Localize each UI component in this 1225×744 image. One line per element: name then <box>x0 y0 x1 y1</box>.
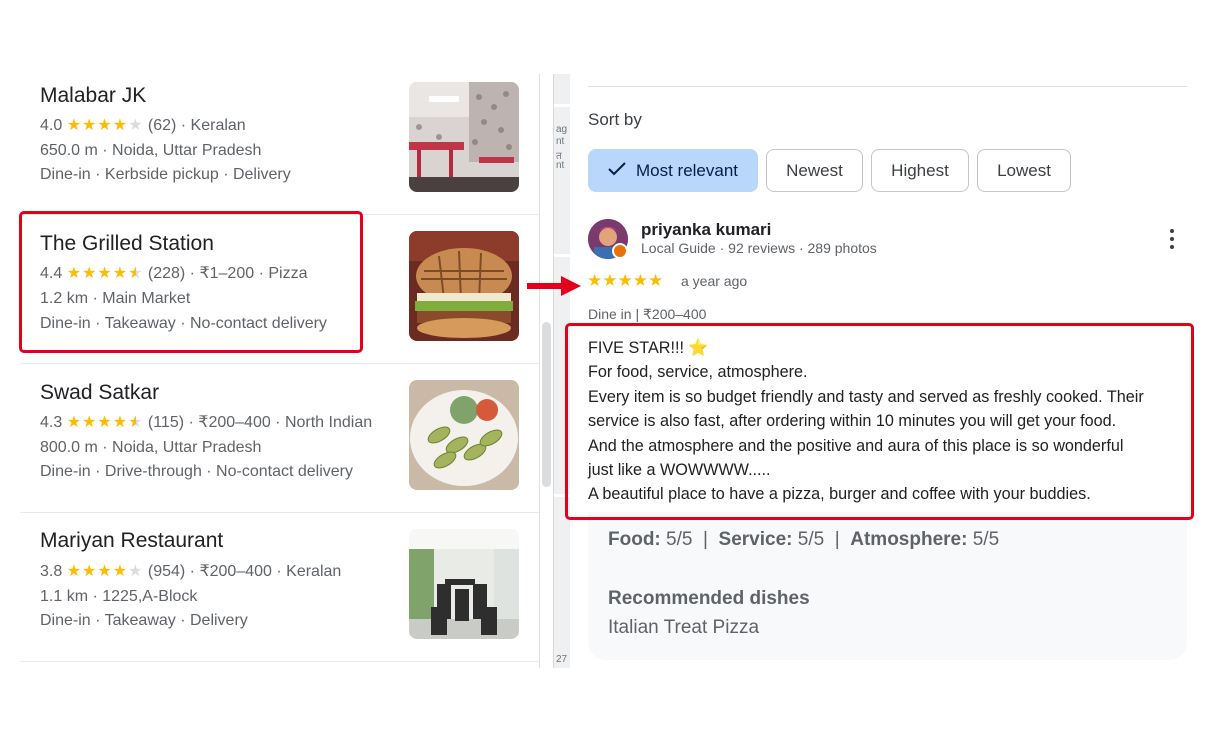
category-ratings: Food: 5/5 | Service: 5/5 | Atmosphere: 5… <box>608 529 999 551</box>
result-name[interactable]: Mariyan Restaurant <box>40 529 223 553</box>
reviewer-meta: Local Guide · 92 reviews · 289 photos <box>641 240 877 256</box>
sort-chip-label: Most relevant <box>635 160 739 180</box>
result-meta: · Keralan <box>176 117 246 134</box>
sort-chip-label: Lowest <box>997 160 1051 180</box>
service-value: 5/5 <box>797 529 825 550</box>
separator: | <box>834 529 840 550</box>
result-rating-line: 4.0 ★★★★★ (62) · Keralan <box>40 115 246 135</box>
result-services: Dine-in · Kerbside pickup · Delivery <box>40 166 291 183</box>
atmosphere-label: Atmosphere: <box>850 529 968 550</box>
sort-chip-label: Highest <box>891 160 949 180</box>
review-details-card: Food: 5/5 | Service: 5/5 | Atmosphere: 5… <box>588 512 1187 660</box>
sort-chip-highest[interactable]: Highest <box>871 149 969 192</box>
results-scrollbar-thumb[interactable] <box>542 322 551 487</box>
restaurant-photo[interactable] <box>409 231 519 341</box>
result-services: Dine-in · Drive-through · No-contact del… <box>40 463 353 480</box>
map-label: nt <box>556 136 565 147</box>
map-label: ag <box>556 124 568 135</box>
sort-chip-lowest[interactable]: Lowest <box>977 149 1071 192</box>
result-name[interactable]: Swad Satkar <box>40 381 159 405</box>
result-name[interactable]: Malabar JK <box>40 84 146 108</box>
result-services: Dine-in · Takeaway · Delivery <box>40 612 248 629</box>
result-rating-line: 4.3 ★★★★★ (115) · ₹200–400 · North India… <box>40 412 372 432</box>
restaurant-photo[interactable] <box>409 82 519 192</box>
rating-value: 4.3 <box>40 414 63 431</box>
result-location: 650.0 m · Noida, Uttar Pradesh <box>40 142 262 159</box>
result-meta: · ₹200–400 · North Indian <box>184 414 373 431</box>
rating-value: 4.0 <box>40 117 63 134</box>
restaurant-photo[interactable] <box>409 380 519 490</box>
result-rating-line: 3.8 ★★★★★ (954) · ₹200–400 · Keralan <box>40 561 341 581</box>
review-count: (954) <box>147 563 186 580</box>
sort-label: Sort by <box>588 110 642 129</box>
recommended-dishes-value: Italian Treat Pizza <box>608 617 760 638</box>
arrow-right-icon <box>527 276 581 301</box>
result-location: 800.0 m · Noida, Uttar Pradesh <box>40 439 262 456</box>
atmosphere-value: 5/5 <box>972 529 1000 550</box>
food-value: 5/5 <box>666 529 693 550</box>
review-count: (62) <box>147 117 177 134</box>
star-rating-icon: ★★★★★ <box>66 414 144 431</box>
highlight-box-result <box>19 211 363 353</box>
highlight-box-review <box>565 323 1194 520</box>
reviews-divider <box>588 86 1187 87</box>
rating-value: 3.8 <box>40 563 63 580</box>
check-icon <box>608 161 626 181</box>
review-tags: Dine in | ₹200–400 <box>588 306 707 322</box>
result-item-swad-satkar[interactable]: Swad Satkar 4.3 ★★★★★ (115) · ₹200–400 ·… <box>20 364 540 513</box>
result-item-malabar-jk[interactable]: Malabar JK 4.0 ★★★★★ (62) · Keralan 650.… <box>20 66 540 215</box>
review-stars-icon: ★★★★★ <box>587 271 664 290</box>
result-item-mariyan-restaurant[interactable]: Mariyan Restaurant 3.8 ★★★★★ (954) · ₹20… <box>20 513 540 662</box>
food-label: Food: <box>608 529 661 550</box>
sort-chip-most-relevant[interactable]: Most relevant <box>588 149 758 192</box>
local-guide-badge-icon <box>612 243 628 259</box>
service-label: Service: <box>718 529 793 550</box>
review-count: (115) <box>147 414 185 431</box>
star-rating-icon: ★★★★★ <box>66 563 144 580</box>
star-rating-icon: ★★★★★ <box>66 117 144 134</box>
result-meta: · ₹200–400 · Keralan <box>185 563 342 580</box>
more-options-icon[interactable] <box>1162 226 1182 252</box>
review-time: a year ago <box>681 273 748 289</box>
results-scrollbar-track <box>539 74 540 668</box>
map-label: 27 <box>556 654 568 665</box>
reviewer-name[interactable]: priyanka kumari <box>641 220 771 240</box>
results-list: Malabar JK 4.0 ★★★★★ (62) · Keralan 650.… <box>20 66 540 668</box>
sort-chip-label: Newest <box>786 160 843 180</box>
restaurant-photo[interactable] <box>409 529 519 639</box>
sort-chip-newest[interactable]: Newest <box>766 149 863 192</box>
map-label: nt <box>556 160 565 171</box>
separator: | <box>703 529 708 550</box>
recommended-dishes-title: Recommended dishes <box>608 588 810 609</box>
result-location: 1.1 km · 1225,A-Block <box>40 588 198 605</box>
